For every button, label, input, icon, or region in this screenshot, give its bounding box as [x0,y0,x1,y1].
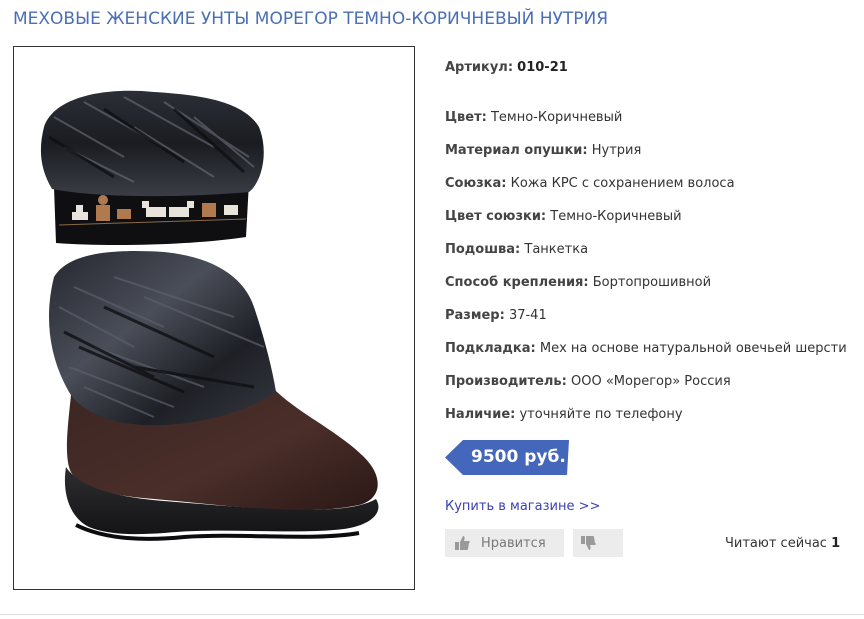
property-value: Мех на основе натуральной овечьей шерсти [539,341,847,356]
property-value: Танкетка [524,242,589,257]
product-photo[interactable] [13,46,415,590]
property-value: Темно-Коричневый [550,209,682,224]
property-value: Бортопрошивной [592,275,712,290]
dislike-button[interactable] [573,529,623,557]
thumbs-up-icon [455,536,470,550]
property-trim-material: Материал опушки: Нутрия [445,143,641,158]
price-value: 9500 руб. [471,447,566,467]
like-button[interactable]: Нравится [445,529,564,557]
property-label: Подошва: [445,242,521,257]
buy-in-store-link[interactable]: Купить в магазине >> [445,499,600,514]
property-article: Артикул: 010-21 [445,60,568,75]
property-construction: Способ крепления: Бортопрошивной [445,275,711,290]
fur-boot-image [40,90,379,541]
property-label: Способ крепления: [445,275,589,290]
property-lining: Подкладка: Мех на основе натуральной ове… [445,341,847,356]
property-label: Размер: [445,308,505,323]
property-sole: Подошва: Танкетка [445,242,588,257]
property-label: Производитель: [445,374,567,389]
property-label: Подкладка: [445,341,536,356]
property-label: Наличие: [445,407,516,422]
property-label: Цвет союзки: [445,209,547,224]
reading-now-count: 1 [831,536,841,551]
property-value: уточняйте по телефону [519,407,683,422]
property-value: Нутрия [591,143,642,158]
like-label: Нравится [481,535,546,551]
property-label: Материал опушки: [445,143,588,158]
property-value: Темно-Коричневый [490,110,623,125]
divider [0,614,864,615]
page-title: МЕХОВЫЕ ЖЕНСКИЕ УНТЫ МОРЕГОР ТЕМНО-КОРИЧ… [13,9,609,29]
property-vamp: Союзка: Кожа КРС с сохранением волоса [445,176,735,191]
reading-now: Читают сейчас 1 [725,536,840,551]
property-color: Цвет: Темно-Коричневый [445,110,622,125]
property-label: Союзка: [445,176,507,191]
property-vamp-color: Цвет союзки: Темно-Коричневый [445,209,682,224]
price-badge: 9500 руб. [445,440,569,475]
reading-now-label: Читают сейчас [725,536,827,551]
property-manufacturer: Производитель: ООО «Морегор» Россия [445,374,731,389]
property-value: ООО «Морегор» Россия [570,374,731,389]
property-value: Кожа КРС с сохранением волоса [510,176,735,191]
property-label: Артикул: [445,60,514,75]
thumbs-down-icon [581,536,596,550]
property-value: 010-21 [517,60,568,75]
property-label: Цвет: [445,110,487,125]
property-size: Размер: 37-41 [445,308,547,323]
property-availability: Наличие: уточняйте по телефону [445,407,683,422]
property-value: 37-41 [508,308,547,323]
